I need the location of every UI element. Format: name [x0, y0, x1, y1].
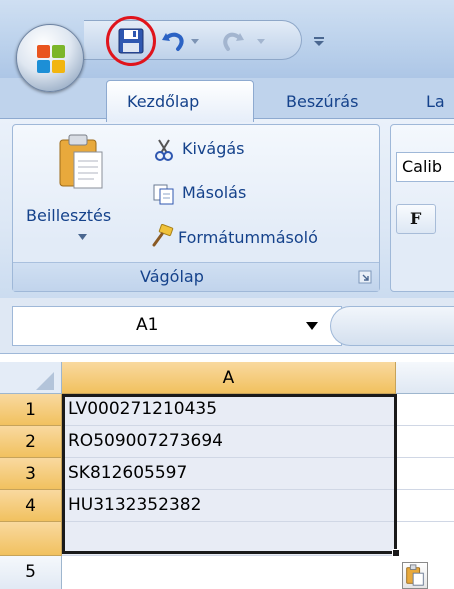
name-box[interactable] [12, 306, 342, 346]
formula-bar-splitter[interactable] [330, 306, 454, 346]
row-number: 1 [25, 400, 36, 420]
paste-icon[interactable] [56, 134, 106, 192]
fill-handle[interactable] [392, 549, 400, 557]
tab-home-label: Kezdőlap [127, 92, 200, 111]
tab-insert[interactable]: Beszúrás [286, 92, 358, 111]
customize-toolbar-icon[interactable] [312, 34, 326, 48]
row-header[interactable]: 5 [0, 556, 62, 589]
office-logo-icon [37, 45, 65, 73]
row-header[interactable]: 4 [0, 490, 62, 522]
bold-button[interactable]: F [396, 204, 436, 234]
column-header-b[interactable] [396, 362, 454, 394]
scissors-icon[interactable] [152, 138, 176, 162]
tab-home[interactable]: Kezdőlap [106, 80, 254, 122]
row-header-spacer [0, 522, 62, 556]
undo-icon[interactable] [160, 29, 186, 53]
dialog-launcher-icon[interactable] [358, 270, 372, 284]
row-header[interactable]: 2 [0, 426, 62, 458]
row-header[interactable]: 1 [0, 394, 62, 426]
cell-b1[interactable] [396, 394, 454, 426]
format-painter-icon[interactable] [150, 224, 174, 248]
selection-border [62, 394, 397, 554]
row-number: 4 [25, 496, 36, 516]
row-header[interactable]: 3 [0, 458, 62, 490]
cell-b3[interactable] [396, 458, 454, 490]
redo-dropdown-icon[interactable] [255, 36, 267, 46]
clipboard-group-label: Vágólap [140, 267, 204, 286]
row-number: 5 [25, 562, 36, 582]
paste-options-icon [406, 564, 424, 586]
font-name-combo[interactable]: Calib [396, 152, 454, 182]
paste-button[interactable]: Beillesztés [26, 206, 111, 225]
row-number: 3 [25, 464, 36, 484]
office-button[interactable] [16, 24, 84, 92]
font-name-value: Calib [402, 157, 443, 176]
cell-b4[interactable] [396, 490, 454, 522]
select-all-icon [36, 372, 54, 390]
cut-button[interactable]: Kivágás [182, 139, 245, 158]
redo-icon[interactable] [222, 29, 246, 53]
column-header-a[interactable]: A [62, 362, 396, 394]
copy-button[interactable]: Másolás [182, 183, 246, 202]
cell-a5[interactable] [62, 556, 396, 589]
tab-page-layout[interactable]: La [426, 92, 445, 111]
name-box-value: A1 [136, 315, 159, 335]
save-highlight-circle [106, 16, 156, 66]
paste-options-button[interactable] [402, 562, 428, 589]
undo-dropdown-icon[interactable] [189, 36, 201, 46]
name-box-dropdown-icon[interactable] [306, 322, 318, 330]
copy-icon[interactable] [152, 182, 176, 206]
column-header-a-label: A [222, 368, 235, 388]
bold-button-label: F [410, 209, 422, 228]
paste-dropdown-icon[interactable] [78, 234, 87, 240]
row-number: 2 [25, 432, 36, 452]
format-painter-button[interactable]: Formátummásoló [178, 228, 318, 247]
cell-b2[interactable] [396, 426, 454, 458]
